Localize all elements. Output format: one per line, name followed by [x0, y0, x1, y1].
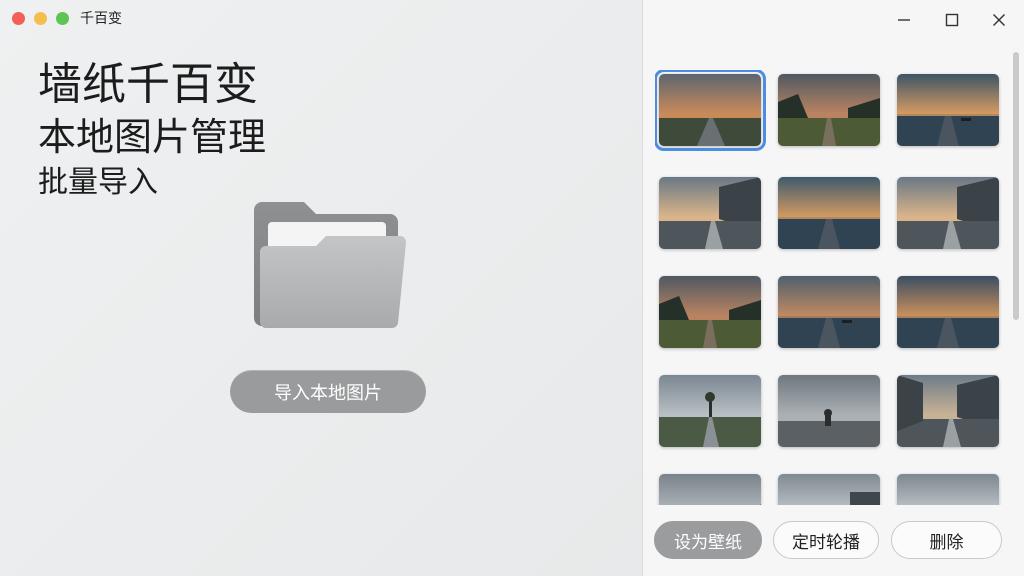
wallpaper-thumbnail[interactable]	[659, 474, 761, 505]
thumbnail-image	[897, 474, 999, 505]
import-local-images-button[interactable]: 导入本地图片	[230, 370, 426, 413]
left-panel: 千百变 墙纸千百变 本地图片管理 批量导入 导入本地图片	[0, 0, 642, 576]
wallpaper-thumbnail[interactable]	[659, 276, 761, 348]
maximize-icon[interactable]	[935, 6, 969, 34]
folder-icon	[254, 196, 407, 330]
thumbnail-image	[897, 74, 999, 146]
thumbnail-image	[778, 474, 880, 505]
minimize-window-dot[interactable]	[34, 12, 47, 25]
wallpaper-thumbnail[interactable]	[778, 177, 880, 249]
wallpaper-thumbnail[interactable]	[659, 375, 761, 447]
close-icon[interactable]	[982, 6, 1016, 34]
action-bar: 设为壁纸 定时轮播 删除	[643, 505, 1024, 576]
wallpaper-thumbnail[interactable]	[778, 74, 880, 146]
close-window-dot[interactable]	[12, 12, 25, 25]
thumbnail-image	[659, 177, 761, 249]
wallpaper-thumbnail[interactable]	[897, 375, 999, 447]
wallpaper-thumbnail[interactable]	[778, 474, 880, 505]
delete-button[interactable]: 删除	[891, 521, 1002, 559]
wallpaper-thumbnail[interactable]	[897, 177, 999, 249]
thumbnail-image	[659, 276, 761, 348]
wallpaper-thumbnail[interactable]	[897, 74, 999, 146]
thumbnail-image	[659, 375, 761, 447]
thumbnail-image	[778, 74, 880, 146]
slideshow-button[interactable]: 定时轮播	[773, 521, 879, 559]
thumbnail-image	[778, 375, 880, 447]
thumbnail-image	[778, 276, 880, 348]
grid-scrollbar[interactable]	[1013, 52, 1019, 320]
headline-secondary: 本地图片管理	[38, 115, 267, 159]
wallpaper-thumbnail[interactable]	[655, 70, 766, 151]
thumbnail-image	[659, 74, 761, 146]
wallpaper-thumbnail[interactable]	[897, 276, 999, 348]
minimize-icon[interactable]	[887, 6, 921, 34]
thumbnail-image	[778, 177, 880, 249]
thumbnail-image	[897, 375, 999, 447]
thumbnail-image	[659, 474, 761, 505]
app-window: 千百变 墙纸千百变 本地图片管理 批量导入 导入本地图片 设为壁纸 定时轮播 删…	[0, 0, 1024, 576]
thumbnail-image	[897, 177, 999, 249]
thumbnail-grid[interactable]	[655, 70, 1005, 505]
right-panel: 设为壁纸 定时轮播 删除	[643, 0, 1024, 576]
set-wallpaper-button[interactable]: 设为壁纸	[654, 521, 762, 559]
wallpaper-thumbnail[interactable]	[659, 177, 761, 249]
thumbnail-image	[897, 276, 999, 348]
wallpaper-thumbnail[interactable]	[778, 375, 880, 447]
wallpaper-thumbnail[interactable]	[778, 276, 880, 348]
wallpaper-thumbnail[interactable]	[897, 474, 999, 505]
headline-primary: 墙纸千百变	[38, 59, 258, 110]
headline-tertiary: 批量导入	[38, 165, 158, 200]
zoom-window-dot[interactable]	[56, 12, 69, 25]
app-title: 千百变	[80, 11, 122, 27]
